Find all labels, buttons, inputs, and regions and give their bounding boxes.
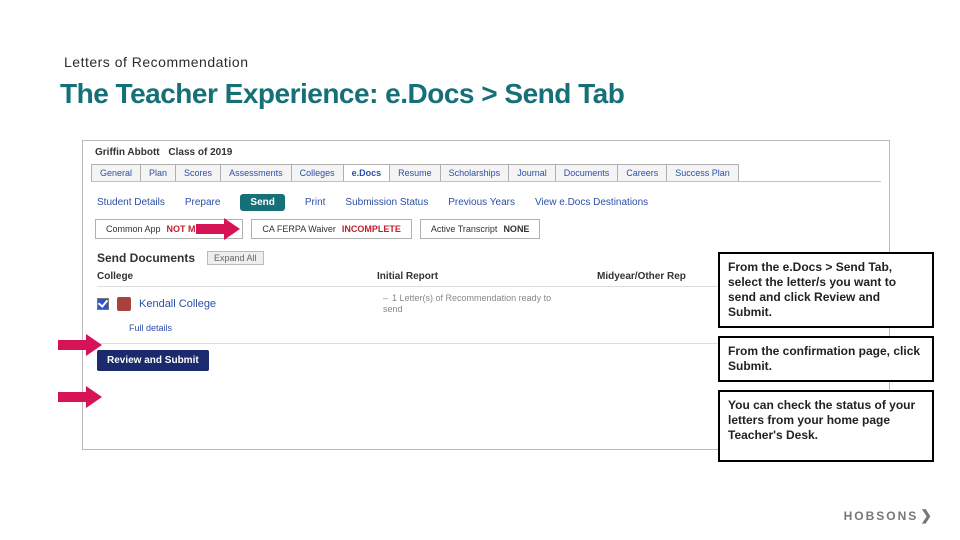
subtab-print[interactable]: Print [305,197,326,208]
brand-text: HOBSONS [844,509,919,523]
tab-assessments[interactable]: Assessments [220,164,292,181]
tab-scholarships[interactable]: Scholarships [440,164,510,181]
subtab-prepare[interactable]: Prepare [185,197,221,208]
arrow-review-button [58,388,102,406]
tab-journal[interactable]: Journal [508,164,556,181]
initial-report-cell: –1 Letter(s) of Recommendation ready to … [383,293,603,315]
tab-colleges[interactable]: Colleges [291,164,344,181]
student-header: Griffin Abbott Class of 2019 [83,141,889,164]
tab-general[interactable]: General [91,164,141,181]
arrow-checkbox [58,336,102,354]
callout-check-status: You can check the status of your letters… [718,390,934,462]
col-initial-report-header: Initial Report [377,271,597,282]
class-year: Class of 2019 [168,147,232,158]
tab-success-plan[interactable]: Success Plan [666,164,739,181]
review-and-submit-button[interactable]: Review and Submit [97,350,209,371]
subtab-previous-years[interactable]: Previous Years [448,197,515,208]
sub-tabs: Student Details Prepare Send Print Submi… [83,190,889,219]
callout-select-letter: From the e.Docs > Send Tab, select the l… [718,252,934,328]
tab-resume[interactable]: Resume [389,164,441,181]
col-college-header: College [97,271,377,282]
tab-careers[interactable]: Careers [617,164,667,181]
ir-note: 1 Letter(s) of Recommendation ready to s… [383,293,551,314]
subtab-submission-status[interactable]: Submission Status [345,197,428,208]
ferpa-value: INCOMPLETE [342,224,401,234]
brand-chevron-icon: ❯ [920,507,934,524]
college-crest-icon [117,297,131,311]
subtab-view-destinations[interactable]: View e.Docs Destinations [535,197,648,208]
transcript-label: Active Transcript [431,224,498,234]
common-app-label: Common App [106,224,161,234]
callouts-group: From the e.Docs > Send Tab, select the l… [718,252,934,462]
ferpa-label: CA FERPA Waiver [262,224,336,234]
callout-submit: From the confirmation page, click Submit… [718,336,934,382]
dash-icon: – [383,293,388,303]
eyebrow-text: Letters of Recommendation [64,54,248,70]
subtab-student-details[interactable]: Student Details [97,197,165,208]
student-name: Griffin Abbott [95,147,160,158]
send-documents-label: Send Documents [97,251,195,265]
subtab-send[interactable]: Send [240,194,284,211]
college-name[interactable]: Kendall College [139,298,216,310]
tab-documents[interactable]: Documents [555,164,619,181]
tab-divider [91,181,881,182]
page-title: The Teacher Experience: e.Docs > Send Ta… [60,78,624,110]
main-tabs: General Plan Scores Assessments Colleges… [83,164,889,181]
expand-all-button[interactable]: Expand All [207,251,264,265]
tab-scores[interactable]: Scores [175,164,221,181]
transcript-value: NONE [503,224,529,234]
tab-edocs[interactable]: e.Docs [343,164,391,181]
tab-plan[interactable]: Plan [140,164,176,181]
status-transcript: Active Transcript NONE [420,219,541,239]
status-ferpa: CA FERPA Waiver INCOMPLETE [251,219,412,239]
arrow-send-tab [196,220,240,238]
college-checkbox[interactable] [97,298,109,310]
footer-brand: HOBSONS ❯ [844,507,934,524]
